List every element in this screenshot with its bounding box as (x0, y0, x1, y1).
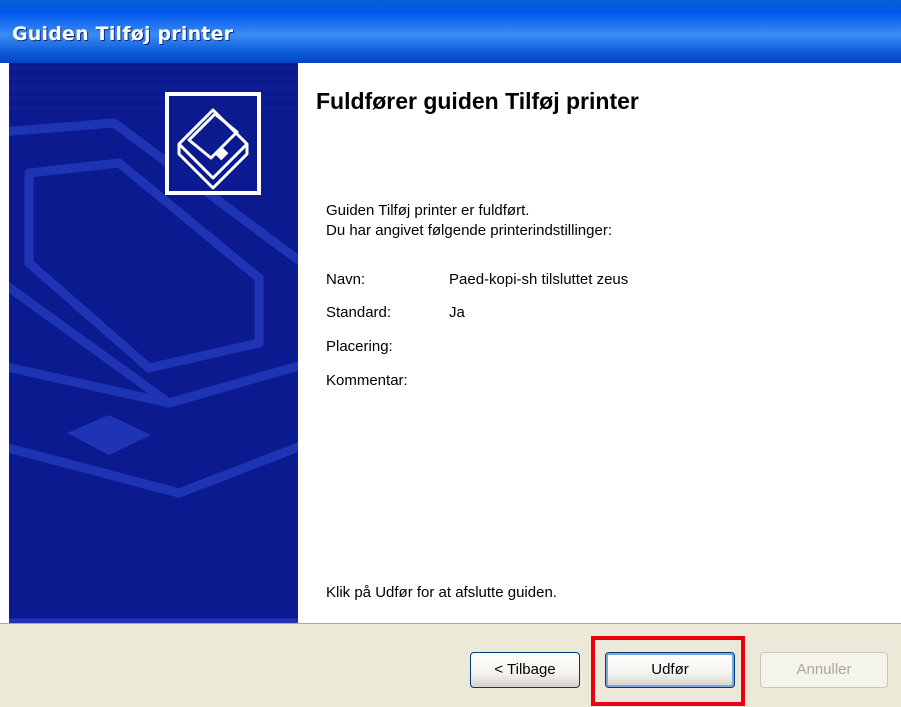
cancel-button[interactable]: Annuller (760, 652, 888, 688)
left-border (0, 63, 9, 623)
setting-label-default: Standard: (326, 304, 392, 321)
title-bar[interactable]: Guiden Tilføj printer (0, 0, 901, 63)
back-button[interactable]: < Tilbage (470, 652, 580, 688)
intro-line-1: Guiden Tilføj printer er fuldført. (326, 202, 530, 219)
window-title: Guiden Tilføj printer (12, 23, 234, 45)
finish-hint: Klik på Udfør for at afslutte guiden. (326, 584, 557, 601)
page-title: Fuldfører guiden Tilføj printer (316, 88, 639, 114)
printer-wizard-icon (165, 92, 261, 195)
setting-value-default: Ja (449, 304, 465, 321)
highlight-box (591, 636, 745, 706)
intro-line-2: Du har angivet følgende printerindstilli… (326, 222, 612, 239)
add-printer-wizard-window: Guiden Tilføj printer Fuldfører guiden T… (0, 0, 901, 707)
setting-value-name: Paed-kopi-sh tilsluttet zeus (449, 271, 629, 288)
setting-label-name: Navn: (326, 271, 366, 288)
setting-label-location: Placering: (326, 338, 393, 355)
setting-label-comment: Kommentar: (326, 372, 408, 389)
